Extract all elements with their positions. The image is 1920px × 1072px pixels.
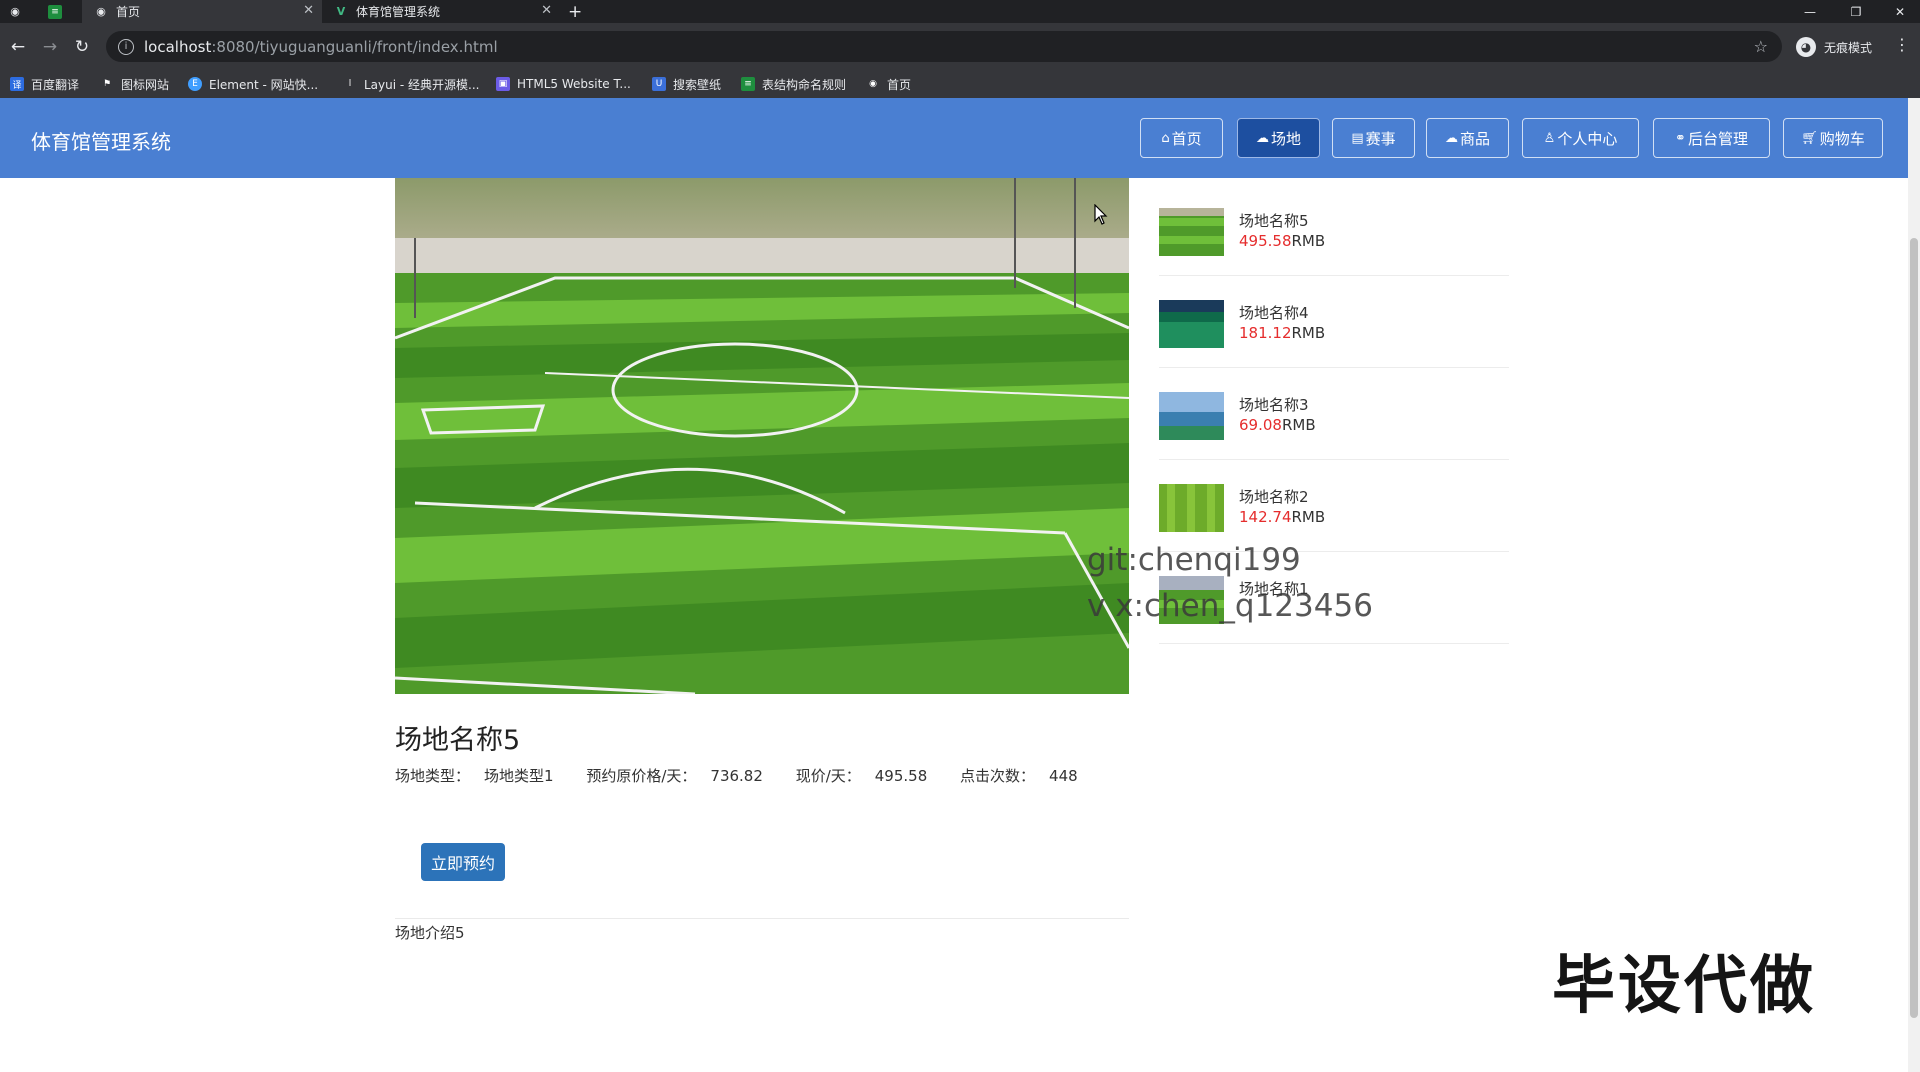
- venue-thumbnail[interactable]: [1159, 392, 1224, 440]
- translate-icon: 译: [10, 77, 24, 91]
- home-icon: ⌂: [1161, 130, 1170, 146]
- football-field-image: [395, 178, 1129, 694]
- click-count-label: 点击次数：: [960, 767, 1036, 785]
- url-path: :8080/tiyuguanguanli/front/index.html: [211, 37, 498, 56]
- side-venue-price: 69.08RMB: [1239, 416, 1316, 434]
- tab-home[interactable]: ◉ 首页 ✕: [82, 0, 322, 23]
- html5-icon: ▣: [496, 77, 510, 91]
- original-price-label: 预约原价格/天：: [586, 767, 697, 785]
- bookmark-item[interactable]: U 搜索壁纸: [652, 70, 721, 98]
- watermark-big: 毕设代做: [1552, 949, 1816, 1022]
- venue-meta: 场地类型： 场地类型1 预约原价格/天： 736.82 现价/天： 495.58 点击…: [395, 765, 1106, 786]
- wallpaper-icon: U: [652, 77, 666, 91]
- info-icon[interactable]: i: [118, 38, 134, 55]
- divider: [395, 918, 1129, 919]
- watermark-git: git:chenqi199: [1087, 542, 1301, 578]
- nav-admin[interactable]: ⚭ 后台管理: [1653, 118, 1770, 158]
- globe-icon: ◉: [96, 5, 106, 18]
- bookmark-item[interactable]: E Element - 网站快...: [188, 70, 318, 98]
- user-icon: ♙: [1543, 130, 1556, 146]
- bookmark-item[interactable]: ⚑ 图标网站: [100, 70, 169, 98]
- side-venue-name[interactable]: 场地名称2: [1239, 486, 1309, 507]
- venue-thumbnail[interactable]: [1159, 208, 1224, 256]
- side-venue-item[interactable]: 场地名称2 142.74RMB: [1159, 460, 1509, 552]
- link-icon: ⚭: [1675, 130, 1686, 146]
- vue-icon: V: [336, 5, 346, 18]
- side-venue-item[interactable]: 场地名称3 69.08RMB: [1159, 368, 1509, 460]
- venue-main-image: [395, 178, 1129, 694]
- nav-home[interactable]: ⌂ 首页: [1140, 118, 1223, 158]
- cloud-icon: ☁: [1255, 130, 1269, 146]
- menu-kebab-icon[interactable]: ⋮: [1894, 35, 1910, 54]
- book-now-button[interactable]: 立即预约: [421, 843, 505, 881]
- nav-personal-center[interactable]: ♙ 个人中心: [1522, 118, 1639, 158]
- close-icon[interactable]: ✕: [303, 3, 314, 18]
- cart-icon: 🛒︎: [1801, 130, 1818, 146]
- site-title: 体育馆管理系统: [31, 130, 171, 154]
- current-price-value: 495.58: [874, 767, 928, 785]
- side-venue-name[interactable]: 场地名称5: [1239, 210, 1309, 231]
- sheet-icon: ≡: [741, 77, 755, 91]
- calendar-icon: ▤: [1351, 130, 1364, 146]
- url-host: localhost: [144, 37, 212, 56]
- incognito-label: 无痕模式: [1824, 40, 1873, 55]
- forward-icon[interactable]: →: [37, 34, 63, 60]
- window-close-icon[interactable]: ✕: [1880, 0, 1920, 23]
- venue-title: 场地名称5: [395, 725, 521, 756]
- current-price-label: 现价/天：: [795, 767, 861, 785]
- flag-icon: ⚑: [102, 79, 112, 89]
- nav-venue[interactable]: ☁ 场地: [1237, 118, 1320, 158]
- incognito-icon: ◕: [1796, 37, 1816, 57]
- reload-icon[interactable]: ↻: [69, 34, 95, 60]
- tab-title: 体育馆管理系统: [356, 5, 441, 19]
- side-venue-name[interactable]: 场地名称4: [1239, 302, 1309, 323]
- pinned-tab-icon[interactable]: ≡: [48, 0, 66, 23]
- nav-products[interactable]: ☁ 商品: [1426, 118, 1509, 158]
- venue-intro: 场地介绍5: [395, 924, 465, 942]
- bookmark-star-icon[interactable]: ☆: [1754, 37, 1768, 56]
- watermark-wechat: v x:chen_q123456: [1087, 588, 1373, 624]
- side-venue-price: 142.74RMB: [1239, 508, 1326, 526]
- tab-gym-system[interactable]: V 体育馆管理系统 ✕: [322, 0, 560, 23]
- scrollbar-thumb[interactable]: [1910, 238, 1918, 1018]
- bookmark-item[interactable]: ▣ HTML5 Website T...: [496, 70, 631, 98]
- restore-icon[interactable]: ❐: [1836, 0, 1876, 23]
- globe-icon: ◉: [869, 79, 877, 89]
- type-label: 场地类型：: [395, 767, 471, 785]
- back-icon[interactable]: ←: [5, 34, 31, 60]
- nav-events[interactable]: ▤ 赛事: [1332, 118, 1415, 158]
- venue-thumbnail[interactable]: [1159, 300, 1224, 348]
- tab-title: 首页: [116, 5, 141, 19]
- cloud-icon: ☁: [1444, 130, 1458, 146]
- address-bar[interactable]: i localhost:8080/tiyuguanguanli/front/in…: [106, 31, 1782, 62]
- close-icon[interactable]: ✕: [541, 3, 552, 18]
- browser-toolbar: ← → ↻ i localhost:8080/tiyuguanguanli/fr…: [0, 23, 1920, 70]
- bookmarks-bar: 译百度翻译 ⚑ 图标网站 E Element - 网站快... l Layui - 经…: [0, 70, 1920, 99]
- side-venue-price: 181.12RMB: [1239, 324, 1326, 342]
- side-venue-price: 495.58RMB: [1239, 232, 1326, 250]
- layui-icon: l: [348, 79, 352, 89]
- bookmark-item[interactable]: l Layui - 经典开源模...: [343, 70, 480, 98]
- mouse-cursor-icon: [1094, 204, 1108, 225]
- page-scrollbar[interactable]: [1908, 98, 1920, 1072]
- side-venue-name[interactable]: 场地名称3: [1239, 394, 1309, 415]
- click-count-value: 448: [1049, 767, 1078, 785]
- bookmark-item[interactable]: 译百度翻译: [10, 70, 79, 98]
- browser-tab-bar: ◉ ≡ ◉ 首页 ✕ V 体育馆管理系统 ✕ + — ❐ ✕: [0, 0, 1920, 23]
- nav-cart[interactable]: 🛒︎ 购物车: [1783, 118, 1883, 158]
- site-header: 体育馆管理系统 ⌂ 首页 ☁ 场地 ▤ 赛事 ☁ 商品 ♙ 个人中心 ⚭ 后台管理 🛒︎ 购物…: [0, 98, 1908, 178]
- browser-menu-icon[interactable]: ◉: [8, 0, 30, 23]
- side-venue-item[interactable]: 场地名称4 181.12RMB: [1159, 276, 1509, 368]
- minimize-icon[interactable]: —: [1790, 0, 1830, 23]
- bookmark-item[interactable]: ≡ 表结构命名规则: [741, 70, 846, 98]
- type-value: 场地类型1: [484, 767, 554, 785]
- venue-thumbnail[interactable]: [1159, 484, 1224, 532]
- element-icon: E: [188, 77, 202, 91]
- new-tab-button[interactable]: +: [568, 0, 598, 23]
- side-venue-item[interactable]: 场地名称5 495.58RMB: [1159, 184, 1509, 276]
- original-price-value: 736.82: [710, 767, 763, 785]
- incognito-indicator[interactable]: ◕ 无痕模式: [1796, 35, 1872, 59]
- bookmark-item[interactable]: ◉ 首页: [866, 70, 911, 98]
